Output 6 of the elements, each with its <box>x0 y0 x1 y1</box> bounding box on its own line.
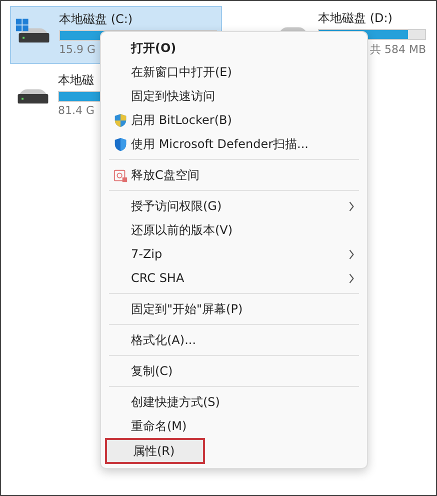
drive-name: 本地磁盘 (D:) <box>318 10 392 27</box>
drive-name: 本地磁盘 (C:) <box>59 11 133 28</box>
drive-size: 81.4 G <box>58 104 95 117</box>
drive-size: 共 584 MB <box>370 42 426 57</box>
drive-name: 本地磁 <box>58 72 94 89</box>
drive-size: 15.9 G <box>59 43 96 56</box>
